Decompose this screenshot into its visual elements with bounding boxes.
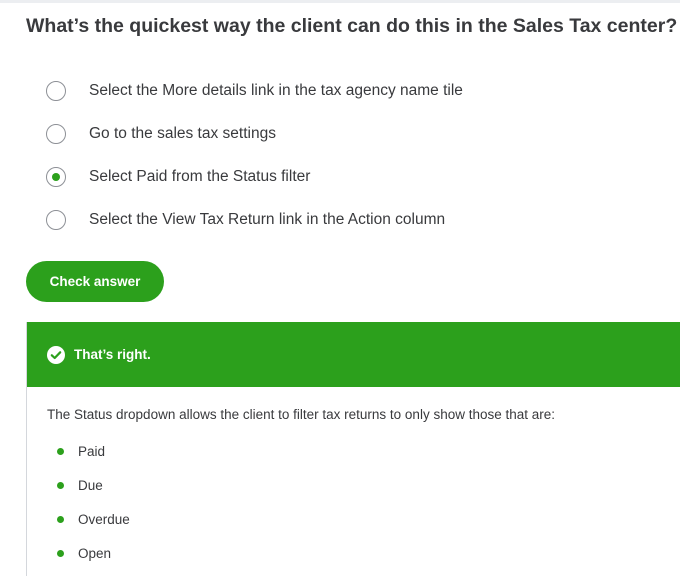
list-item: Paid (47, 441, 680, 461)
option-label: Select the View Tax Return link in the A… (89, 210, 446, 228)
answer-option-3[interactable]: Select Paid from the Status filter (46, 161, 463, 192)
answer-option-1[interactable]: Select the More details link in the tax … (46, 75, 463, 106)
list-item-text: Paid (78, 443, 106, 459)
feedback-header: That’s right. (27, 322, 680, 387)
list-item-text: Open (78, 545, 112, 561)
bullet-dot-icon (57, 447, 64, 455)
option-label: Select Paid from the Status filter (89, 167, 311, 185)
feedback-title: That’s right. (74, 347, 151, 362)
answer-option-2[interactable]: Go to the sales tax settings (46, 118, 463, 149)
status-list: Paid Due Overdue Open (47, 441, 680, 563)
check-answer-button[interactable]: Check answer (26, 261, 164, 302)
top-divider (0, 0, 680, 3)
bullet-dot-icon (57, 481, 64, 489)
radio-selected-dot (52, 172, 60, 181)
list-item-text: Due (78, 477, 103, 493)
quiz-page: What’s the quickest way the client can d… (0, 0, 680, 576)
bullet-dot-icon (57, 549, 64, 557)
feedback-text: The Status dropdown allows the client to… (47, 407, 556, 422)
list-item: Overdue (47, 509, 680, 529)
question-title: What’s the quickest way the client can d… (26, 15, 678, 37)
feedback-body: The Status dropdown allows the client to… (27, 387, 680, 563)
radio-button[interactable] (46, 209, 66, 230)
list-item-text: Overdue (78, 511, 130, 527)
radio-button[interactable] (46, 80, 66, 101)
check-circle-icon (47, 345, 65, 364)
list-item: Due (47, 475, 680, 495)
option-label: Select the More details link in the tax … (89, 81, 463, 99)
option-label: Go to the sales tax settings (89, 124, 276, 142)
feedback-panel: That’s right. The Status dropdown allows… (26, 322, 680, 576)
radio-button[interactable] (46, 123, 66, 144)
bullet-dot-icon (57, 515, 64, 523)
radio-button[interactable] (46, 166, 66, 187)
list-item: Open (47, 543, 680, 563)
answer-option-4[interactable]: Select the View Tax Return link in the A… (46, 204, 463, 235)
answer-options: Select the More details link in the tax … (46, 75, 463, 247)
